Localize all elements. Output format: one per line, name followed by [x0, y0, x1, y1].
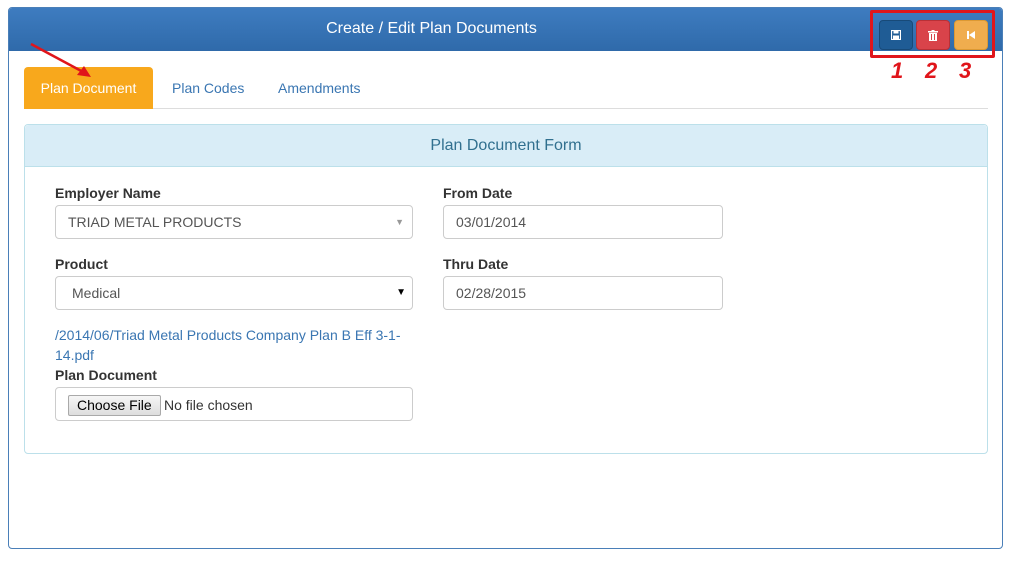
tab-bar: Plan Document Plan Codes Amendments: [24, 67, 988, 109]
action-buttons-highlight: [870, 10, 995, 58]
choose-file-button[interactable]: Choose File: [68, 395, 161, 416]
employer-name-select[interactable]: TRIAD METAL PRODUCTS ▼: [55, 205, 413, 239]
thru-date-value: 02/28/2015: [456, 285, 527, 301]
employer-name-value: TRIAD METAL PRODUCTS: [68, 214, 242, 230]
plan-document-label: Plan Document: [55, 367, 157, 383]
skip-back-icon: [967, 31, 975, 39]
trash-icon: [928, 29, 938, 41]
page-title: Create / Edit Plan Documents: [326, 20, 537, 37]
chevron-down-icon: ▼: [395, 217, 404, 227]
thru-date-label: Thru Date: [443, 256, 509, 272]
from-date-value: 03/01/2014: [456, 214, 527, 230]
save-button[interactable]: [879, 20, 913, 50]
chevron-down-icon: ▼: [396, 287, 406, 298]
product-label: Product: [55, 256, 108, 272]
plan-document-link[interactable]: /2014/06/Triad Metal Products Company Pl…: [55, 325, 415, 365]
form-title: Plan Document Form: [25, 125, 987, 167]
save-icon: [891, 30, 901, 40]
delete-button[interactable]: [916, 20, 950, 50]
main-panel: Create / Edit Plan Documents 1 2 3 Plan …: [8, 7, 1003, 549]
thru-date-input[interactable]: 02/28/2015: [443, 276, 723, 310]
back-button[interactable]: [954, 20, 988, 50]
tab-amendments[interactable]: Amendments: [262, 67, 376, 109]
product-value: Medical: [72, 285, 121, 301]
employer-name-label: Employer Name: [55, 185, 161, 201]
file-status: No file chosen: [164, 397, 253, 413]
from-date-input[interactable]: 03/01/2014: [443, 205, 723, 239]
product-select[interactable]: Medical ▼: [55, 276, 413, 310]
annotation-arrow: [30, 42, 91, 77]
plan-document-form: Plan Document Form Employer Name TRIAD M…: [24, 124, 988, 454]
file-upload-input[interactable]: Choose File No file chosen: [55, 387, 413, 421]
tab-plan-codes[interactable]: Plan Codes: [156, 67, 260, 109]
panel-header: Create / Edit Plan Documents: [9, 8, 1002, 51]
from-date-label: From Date: [443, 185, 513, 201]
